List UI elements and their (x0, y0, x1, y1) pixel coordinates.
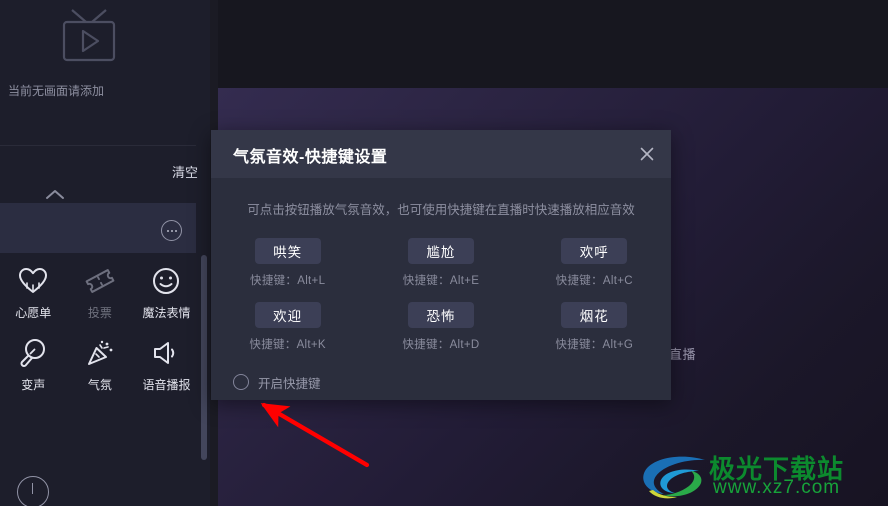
preview-placeholder[interactable]: 当前无画面请添加 (0, 0, 210, 145)
ticket-icon (85, 264, 115, 298)
sidebar-item-label: 魔法表情 (142, 306, 191, 320)
sidebar-item-voice-broadcast[interactable]: 语音播报 (133, 330, 200, 402)
sidebar-item-partial[interactable] (0, 476, 67, 506)
sound-button-row: 哄笑 快捷键：Alt+L 尴尬 快捷键：Alt+E 欢呼 快捷键：Alt+C (211, 238, 671, 302)
smiley-face-icon (151, 264, 181, 298)
dialog-title: 气氛音效-快捷键设置 (233, 149, 388, 166)
sound-button-cheer[interactable]: 欢呼 (561, 238, 628, 264)
enable-shortcut-radio[interactable] (233, 374, 249, 390)
sound-button-row: 欢迎 快捷键：Alt+K 恐怖 快捷键：Alt+D 烟花 快捷键：Alt+G (211, 302, 671, 366)
sidebar-item-label: 气氛 (87, 378, 112, 392)
tool-row: 心愿单 投票 魔法表情 (0, 258, 200, 330)
sidebar-item-vote[interactable]: 投票 (67, 258, 134, 330)
sound-cell: 哄笑 快捷键：Alt+L (211, 238, 364, 302)
chevron-up-icon[interactable] (44, 188, 66, 202)
tv-play-icon (54, 8, 122, 70)
sound-cell: 烟花 快捷键：Alt+G (518, 302, 671, 366)
sound-button-laugh[interactable]: 哄笑 (254, 238, 321, 264)
stage-top-bar (210, 0, 888, 88)
watermark-url: www.xz7.com (713, 477, 841, 498)
clear-button[interactable]: 清空 (172, 162, 198, 181)
sound-shortcut-label: 快捷键：Alt+L (250, 275, 326, 287)
sidebar-item-label: 心愿单 (15, 306, 52, 320)
close-icon[interactable] (635, 142, 659, 166)
sidebar-scrollbar[interactable] (201, 255, 207, 460)
sidebar-scrollbar-thumb[interactable] (201, 255, 207, 460)
jiguang-swirl-logo (639, 451, 711, 506)
sound-button-horror[interactable]: 恐怖 (407, 302, 474, 328)
sidebar-item-label: 语音播报 (142, 378, 191, 392)
shortcut-settings-dialog: 气氛音效-快捷键设置 可点击按钮播放气氛音效，也可使用快捷键在直播时快速播放相应… (211, 130, 671, 400)
sidebar-item-atmosphere[interactable]: 气氛 (67, 330, 134, 402)
tool-row: 变声 气氛 语音播报 (0, 330, 200, 402)
sound-button-awkward[interactable]: 尴尬 (407, 238, 474, 264)
dialog-description: 可点击按钮播放气氛音效，也可使用快捷键在直播时快速播放相应音效 (247, 203, 635, 217)
microphone-icon (18, 336, 48, 370)
enable-shortcut-label: 开启快捷键 (258, 376, 321, 391)
party-popper-icon (85, 336, 115, 370)
sound-button-welcome[interactable]: 欢迎 (254, 302, 321, 328)
sound-shortcut-label: 快捷键：Alt+K (249, 339, 326, 351)
sidebar-item-label: 变声 (21, 378, 46, 392)
sidebar-item-wishlist[interactable]: 心愿单 (0, 258, 67, 330)
sound-cell: 欢迎 快捷键：Alt+K (211, 302, 364, 366)
more-dots-icon[interactable] (161, 220, 182, 241)
dialog-header: 气氛音效-快捷键设置 (211, 130, 671, 178)
sound-cell: 欢呼 快捷键：Alt+C (518, 238, 671, 302)
app-window: 直播 当前无画面请添加 清空 心愿单 投票 魔法表情 变声 气氛 语音播报 气氛… (0, 0, 888, 506)
sound-cell: 恐怖 快捷键：Alt+D (364, 302, 517, 366)
sound-button-fireworks[interactable]: 烟花 (561, 302, 628, 328)
sound-button-grid: 哄笑 快捷键：Alt+L 尴尬 快捷键：Alt+E 欢呼 快捷键：Alt+C 欢… (211, 238, 671, 366)
sound-shortcut-label: 快捷键：Alt+C (555, 275, 633, 287)
sound-cell: 尴尬 快捷键：Alt+E (364, 238, 517, 302)
upload-circle-icon (17, 476, 50, 506)
sound-shortcut-label: 快捷键：Alt+G (555, 339, 634, 351)
sidebar-item-voice-changer[interactable]: 变声 (0, 330, 67, 402)
watermark: 极光下载站 www.xz7.com (637, 449, 877, 501)
sound-shortcut-label: 快捷键：Alt+E (402, 275, 480, 287)
secondary-panel (0, 203, 196, 253)
preview-empty-text: 当前无画面请添加 (8, 84, 105, 98)
tool-grid: 心愿单 投票 魔法表情 变声 气氛 语音播报 (0, 258, 200, 402)
speaker-icon (151, 336, 181, 370)
sidebar-item-label: 投票 (87, 306, 112, 320)
left-sidebar: 当前无画面请添加 清空 心愿单 投票 魔法表情 变声 气氛 语音播报 (0, 0, 210, 506)
enable-shortcut-row[interactable]: 开启快捷键 (211, 364, 671, 400)
sidebar-item-magic-emoji[interactable]: 魔法表情 (133, 258, 200, 330)
sound-shortcut-label: 快捷键：Alt+D (402, 339, 480, 351)
live-label: 直播 (669, 347, 697, 362)
sidebar-divider (0, 145, 196, 146)
heart-icon (18, 264, 48, 298)
